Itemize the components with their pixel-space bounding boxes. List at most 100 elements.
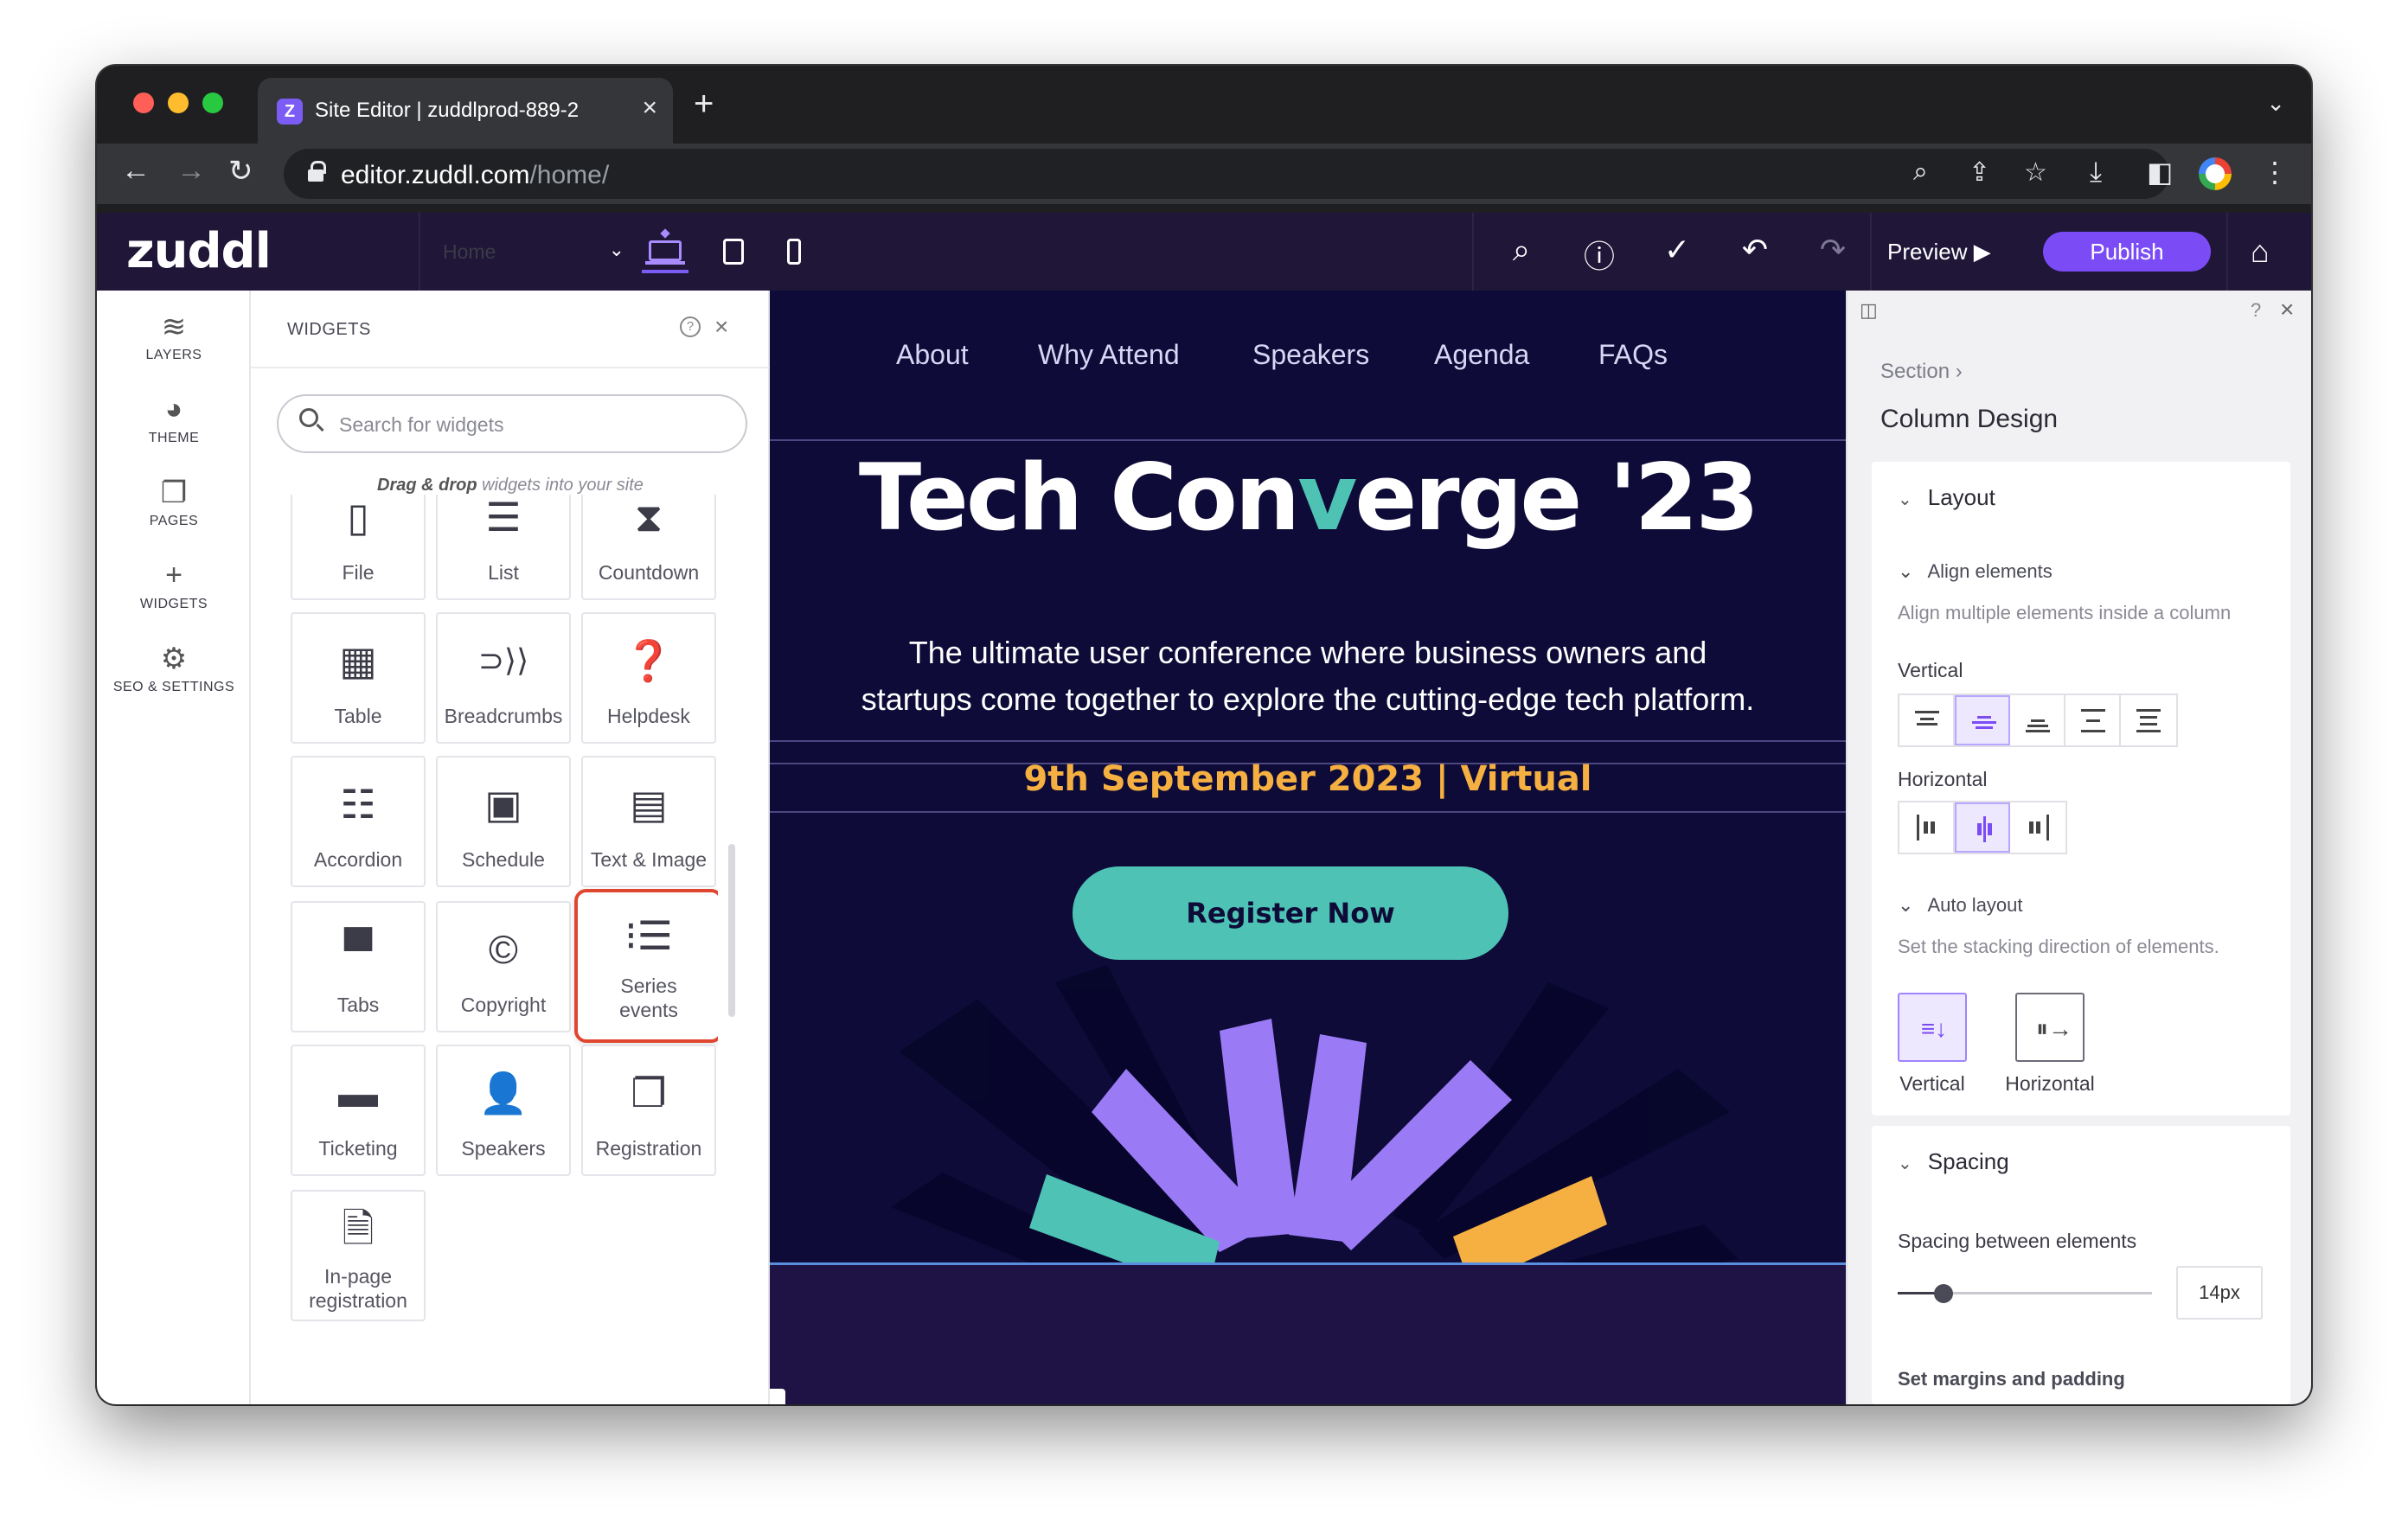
lock-icon xyxy=(308,161,326,182)
mobile-view-button[interactable] xyxy=(772,230,818,273)
properties-panel: ◫ ? × Section › Column Design ⌄ Layout ⌄ A… xyxy=(1846,291,2311,1404)
widget-breadcrumbs[interactable]: ⊃⟩⟩ Breadcrumbs xyxy=(436,612,571,744)
widget-countdown[interactable]: ⧗ Countdown xyxy=(581,495,716,600)
desktop-view-button[interactable] xyxy=(642,228,688,273)
nav-about[interactable]: About xyxy=(896,339,969,371)
help-icon[interactable]: ? xyxy=(680,316,701,337)
address-bar[interactable]: editor.zuddl.com/home/ ⌕ ⇪ ☆ xyxy=(284,149,2169,199)
header-divider xyxy=(1472,213,1474,291)
widget-in-page-registration[interactable]: 🗎 In-page registration xyxy=(291,1190,426,1321)
page-select[interactable]: Home ⌄ xyxy=(426,213,633,291)
align-center-button[interactable] xyxy=(1955,802,2010,853)
widget-text-image[interactable]: ▤ Text & Image xyxy=(581,756,716,887)
auto-layout-header[interactable]: ⌄ Auto layout xyxy=(1898,894,2023,917)
widget-schedule[interactable]: ▣ Schedule xyxy=(436,756,571,887)
more-menu-icon[interactable]: ⋮ xyxy=(2261,156,2289,189)
maximize-window-button[interactable] xyxy=(202,93,223,113)
spacing-value-input[interactable]: 14px xyxy=(2176,1266,2263,1320)
align-top-button[interactable] xyxy=(1899,695,1955,745)
align-elements-header[interactable]: ⌄ Align elements xyxy=(1898,560,2053,583)
nav-why-attend[interactable]: Why Attend xyxy=(1038,339,1180,371)
back-arrow-icon[interactable]: ← xyxy=(121,154,150,188)
align-bottom-button[interactable] xyxy=(2010,695,2065,745)
reload-icon[interactable]: ↻ xyxy=(228,154,253,189)
close-tab-icon[interactable]: × xyxy=(642,93,657,123)
forward-arrow-icon[interactable]: → xyxy=(176,154,206,188)
zoom-icon[interactable]: ⌕ xyxy=(1913,157,1928,187)
bookmark-star-icon[interactable]: ☆ xyxy=(2024,157,2047,188)
next-section[interactable] xyxy=(770,1262,1846,1404)
undo-icon[interactable]: ↶ xyxy=(1733,232,1777,268)
widget-table[interactable]: ▦ Table xyxy=(291,612,426,744)
hero-title-part: Tech Con xyxy=(858,444,1300,551)
layout-section-header[interactable]: ⌄ Layout xyxy=(1898,484,1995,511)
register-now-button[interactable]: Register Now xyxy=(1073,866,1508,960)
header-divider xyxy=(2226,213,2228,291)
check-icon[interactable]: ✓ xyxy=(1656,232,1699,268)
hero-title[interactable]: Tech Converge '23 xyxy=(770,444,1846,551)
preview-button[interactable]: Preview ▶ xyxy=(1887,239,1991,265)
widget-speakers[interactable]: 👤 Speakers xyxy=(436,1045,571,1176)
share-icon[interactable]: ⇪ xyxy=(1969,157,1990,188)
widget-search-input[interactable] xyxy=(339,410,720,439)
publish-button[interactable]: Publish xyxy=(2043,232,2211,272)
resize-handle[interactable] xyxy=(770,1389,785,1404)
widget-helpdesk[interactable]: ❓ Helpdesk xyxy=(581,612,716,744)
align-space-around-button[interactable] xyxy=(2121,695,2176,745)
search-icon[interactable]: ⌕ xyxy=(1500,232,1543,269)
breadcrumb[interactable]: Section › xyxy=(1880,360,1963,384)
direction-vertical-button[interactable]: ≡↓ xyxy=(1898,993,1967,1062)
site-canvas[interactable]: About Why Attend Speakers Agenda FAQs Te… xyxy=(770,291,1846,1404)
widget-series-events[interactable]: ⁝☰ Series events xyxy=(574,889,718,1043)
nav-faqs[interactable]: FAQs xyxy=(1598,339,1668,371)
tab-search-chevron-icon[interactable]: ⌄ xyxy=(2266,90,2285,117)
rail-item-widgets[interactable]: + WIDGETS xyxy=(97,559,251,612)
browser-tab[interactable]: Z Site Editor | zuddlprod-889-2 × xyxy=(258,78,673,144)
widgets-scrollbar[interactable] xyxy=(728,844,735,1017)
rail-item-pages[interactable]: ❐ PAGES xyxy=(97,476,251,529)
widget-copyright[interactable]: © Copyright xyxy=(436,901,571,1032)
calendar-icon: ▣ xyxy=(484,782,522,827)
tab-title: Site Editor | zuddlprod-889-2 xyxy=(315,99,580,122)
align-space-between-button[interactable] xyxy=(2065,695,2121,745)
margins-padding-label[interactable]: Set margins and padding xyxy=(1898,1368,2125,1390)
rail-item-label: PAGES xyxy=(149,514,199,528)
minimize-window-button[interactable] xyxy=(168,93,189,113)
redo-icon[interactable]: ↷ xyxy=(1811,232,1854,268)
section-title: Spacing xyxy=(1927,1148,2009,1174)
direction-horizontal-button[interactable]: ⏸→ xyxy=(2015,993,2085,1062)
collapse-panel-icon[interactable]: ◫ xyxy=(1860,299,1878,322)
nav-agenda[interactable]: Agenda xyxy=(1434,339,1529,371)
rail-item-theme[interactable]: ◕ THEME xyxy=(97,393,251,446)
hero-subtitle[interactable]: The ultimate user conference where busin… xyxy=(856,630,1759,723)
close-icon[interactable]: × xyxy=(714,313,728,341)
nav-speakers[interactable]: Speakers xyxy=(1252,339,1369,371)
profile-avatar[interactable] xyxy=(2199,157,2232,190)
widget-registration[interactable]: ❐ Registration xyxy=(581,1045,716,1176)
new-tab-icon[interactable]: + xyxy=(694,85,714,124)
info-icon[interactable]: ⓘ xyxy=(1578,232,1621,277)
spacing-slider-knob[interactable] xyxy=(1934,1284,1953,1303)
home-icon[interactable]: ⌂ xyxy=(2251,233,2270,270)
align-right-button[interactable] xyxy=(2010,802,2065,853)
rail-item-seo-settings[interactable]: ⚙ SEO & SETTINGS xyxy=(97,642,251,695)
align-middle-button[interactable] xyxy=(1955,695,2010,745)
tablet-view-button[interactable] xyxy=(711,230,758,273)
close-window-button[interactable] xyxy=(133,93,154,113)
widget-file[interactable]: ▯ File xyxy=(291,495,426,600)
hourglass-icon: ⧗ xyxy=(634,495,663,540)
widget-label: Series events xyxy=(619,975,678,1021)
download-icon[interactable]: ⤓ xyxy=(2090,156,2102,189)
event-date[interactable]: 9th September 2023 | Virtual xyxy=(770,759,1846,799)
widget-tabs[interactable]: ▀ Tabs xyxy=(291,901,426,1032)
rail-item-layers[interactable]: ≋ LAYERS xyxy=(97,310,251,363)
widget-list[interactable]: ☰ List xyxy=(436,495,571,600)
widget-search[interactable] xyxy=(277,394,747,453)
spacing-section-header[interactable]: ⌄ Spacing xyxy=(1898,1148,2009,1175)
help-icon[interactable]: ? xyxy=(2251,299,2261,322)
sidepanel-icon[interactable]: ◧ xyxy=(2147,156,2173,189)
widget-ticketing[interactable]: ▬ Ticketing xyxy=(291,1045,426,1176)
close-icon[interactable]: × xyxy=(2280,296,2294,323)
widget-accordion[interactable]: ☷ Accordion xyxy=(291,756,426,887)
align-left-button[interactable] xyxy=(1899,802,1955,853)
